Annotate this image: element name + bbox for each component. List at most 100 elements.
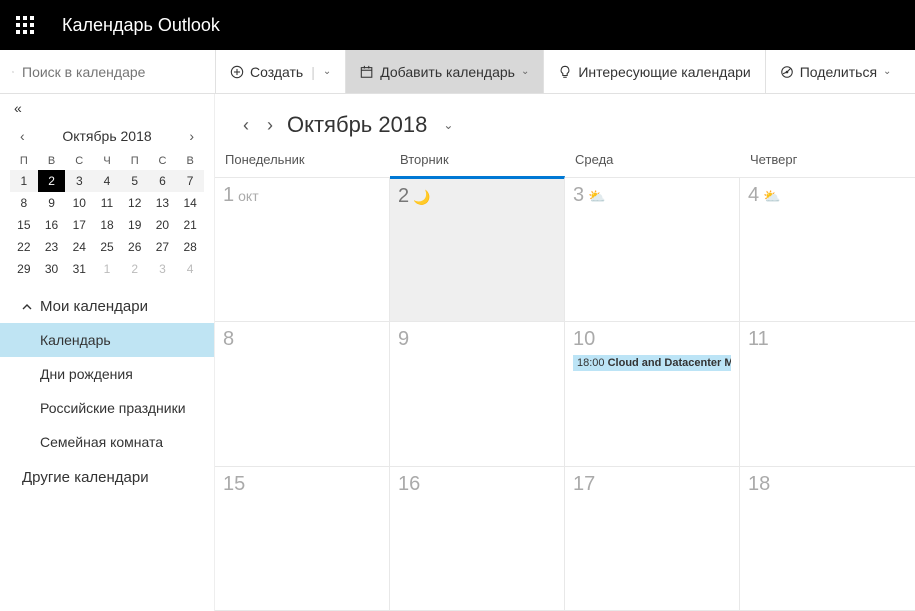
dow-header: Четверг: [740, 148, 915, 171]
mini-dow-header: П: [10, 152, 38, 170]
toolbar: Создать | ⌄ Добавить календарь ⌄ Интерес…: [0, 50, 915, 94]
chevron-down-icon: ⌄: [883, 66, 891, 77]
mini-day-cell[interactable]: 3: [65, 170, 93, 192]
calendar-cell[interactable]: 4⛅: [740, 178, 915, 322]
date-number: 18: [748, 473, 770, 495]
weather-icon: ⛅: [763, 188, 780, 204]
calendar-event[interactable]: 18:00 Cloud and Datacenter Ma: [573, 355, 731, 371]
mini-dow-header: В: [38, 152, 66, 170]
calendar-list-item[interactable]: Российские праздники: [0, 391, 214, 425]
date-number: 10: [573, 328, 595, 350]
mini-day-cell[interactable]: 17: [65, 214, 93, 236]
calendar-cell[interactable]: 8: [215, 322, 390, 466]
date-number: 15: [223, 473, 245, 495]
collapse-sidebar-button[interactable]: «: [0, 94, 214, 122]
calendar-list-item[interactable]: Календарь: [0, 323, 214, 357]
mini-day-cell[interactable]: 1: [10, 170, 38, 192]
mini-day-cell[interactable]: 25: [93, 236, 121, 258]
share-icon: [780, 65, 794, 79]
mini-day-cell[interactable]: 3: [149, 258, 177, 280]
calendar-cell[interactable]: 10 18:00 Cloud and Datacenter Ma: [565, 322, 740, 466]
calendar-list-item[interactable]: Семейная комната: [0, 425, 214, 459]
share-label: Поделиться: [800, 64, 877, 80]
cal-prev-button[interactable]: ‹: [239, 115, 253, 136]
app-launcher-button[interactable]: [0, 0, 50, 50]
mini-day-cell[interactable]: 13: [149, 192, 177, 214]
add-calendar-button[interactable]: Добавить календарь ⌄: [345, 50, 543, 93]
calendar-cell[interactable]: 3⛅: [565, 178, 740, 322]
calendar-cell[interactable]: 1окт: [215, 178, 390, 322]
mini-day-cell[interactable]: 26: [121, 236, 149, 258]
plus-circle-icon: [230, 65, 244, 79]
mini-day-cell[interactable]: 1: [93, 258, 121, 280]
mini-day-cell[interactable]: 5: [121, 170, 149, 192]
mini-day-cell[interactable]: 10: [65, 192, 93, 214]
dow-header: Понедельник: [215, 148, 390, 171]
mini-day-cell[interactable]: 30: [38, 258, 66, 280]
date-number: 16: [398, 473, 420, 495]
mini-dow-header: С: [65, 152, 93, 170]
mini-day-cell[interactable]: 24: [65, 236, 93, 258]
interesting-calendars-button[interactable]: Интересующие календари: [543, 50, 764, 93]
date-suffix: окт: [238, 188, 258, 204]
add-calendar-label: Добавить календарь: [380, 64, 515, 80]
mini-day-cell[interactable]: 7: [176, 170, 204, 192]
chevron-down-icon[interactable]: ⌄: [443, 118, 453, 132]
my-calendars-section[interactable]: Мои календари: [0, 288, 214, 323]
mini-day-cell[interactable]: 12: [121, 192, 149, 214]
mini-day-cell[interactable]: 16: [38, 214, 66, 236]
create-label: Создать: [250, 64, 303, 80]
cal-next-button[interactable]: ›: [263, 115, 277, 136]
app-header: Календарь Outlook: [0, 0, 915, 50]
date-number: 1: [223, 184, 234, 206]
weather-icon: 🌙: [413, 189, 430, 205]
date-number: 4: [748, 184, 759, 206]
mini-day-cell[interactable]: 11: [93, 192, 121, 214]
mini-day-cell[interactable]: 2: [38, 170, 66, 192]
mini-day-cell[interactable]: 8: [10, 192, 38, 214]
mini-day-cell[interactable]: 22: [10, 236, 38, 258]
date-number: 3: [573, 184, 584, 206]
calendar-cell[interactable]: 9: [390, 322, 565, 466]
mini-next-button[interactable]: ›: [185, 126, 198, 146]
search-input[interactable]: [22, 64, 203, 80]
mini-day-cell[interactable]: 29: [10, 258, 38, 280]
add-calendar-icon: [360, 65, 374, 79]
calendar-list: КалендарьДни рожденияРоссийские праздник…: [0, 323, 214, 459]
mini-day-cell[interactable]: 2: [121, 258, 149, 280]
mini-calendar: ‹ Октябрь 2018 › ПВСЧПСВ1234567891011121…: [0, 122, 214, 288]
mini-day-cell[interactable]: 15: [10, 214, 38, 236]
calendar-cell[interactable]: 2🌙: [390, 176, 565, 322]
search-box[interactable]: [0, 50, 215, 93]
calendar-cell[interactable]: 16: [390, 467, 565, 611]
calendar-cell[interactable]: 17: [565, 467, 740, 611]
calendar-cell[interactable]: 18: [740, 467, 915, 611]
mini-day-cell[interactable]: 19: [121, 214, 149, 236]
weather-icon: ⛅: [588, 188, 605, 204]
chevron-up-icon: [22, 302, 32, 312]
mini-day-cell[interactable]: 27: [149, 236, 177, 258]
date-number: 17: [573, 473, 595, 495]
dow-header: Среда: [565, 148, 740, 171]
mini-dow-header: Ч: [93, 152, 121, 170]
other-calendars-section[interactable]: Другие календари: [0, 459, 214, 494]
mini-day-cell[interactable]: 9: [38, 192, 66, 214]
calendar-list-item[interactable]: Дни рождения: [0, 357, 214, 391]
mini-day-cell[interactable]: 23: [38, 236, 66, 258]
share-button[interactable]: Поделиться ⌄: [765, 50, 906, 93]
dow-header: Вторник: [390, 148, 565, 171]
calendar-cell[interactable]: 11: [740, 322, 915, 466]
mini-prev-button[interactable]: ‹: [16, 126, 29, 146]
my-calendars-label: Мои календари: [40, 298, 148, 315]
mini-day-cell[interactable]: 21: [176, 214, 204, 236]
calendar-cell[interactable]: 15: [215, 467, 390, 611]
mini-day-cell[interactable]: 20: [149, 214, 177, 236]
mini-day-cell[interactable]: 31: [65, 258, 93, 280]
mini-day-cell[interactable]: 4: [176, 258, 204, 280]
mini-day-cell[interactable]: 4: [93, 170, 121, 192]
mini-day-cell[interactable]: 6: [149, 170, 177, 192]
mini-day-cell[interactable]: 18: [93, 214, 121, 236]
mini-day-cell[interactable]: 14: [176, 192, 204, 214]
mini-day-cell[interactable]: 28: [176, 236, 204, 258]
create-button[interactable]: Создать | ⌄: [215, 50, 345, 93]
